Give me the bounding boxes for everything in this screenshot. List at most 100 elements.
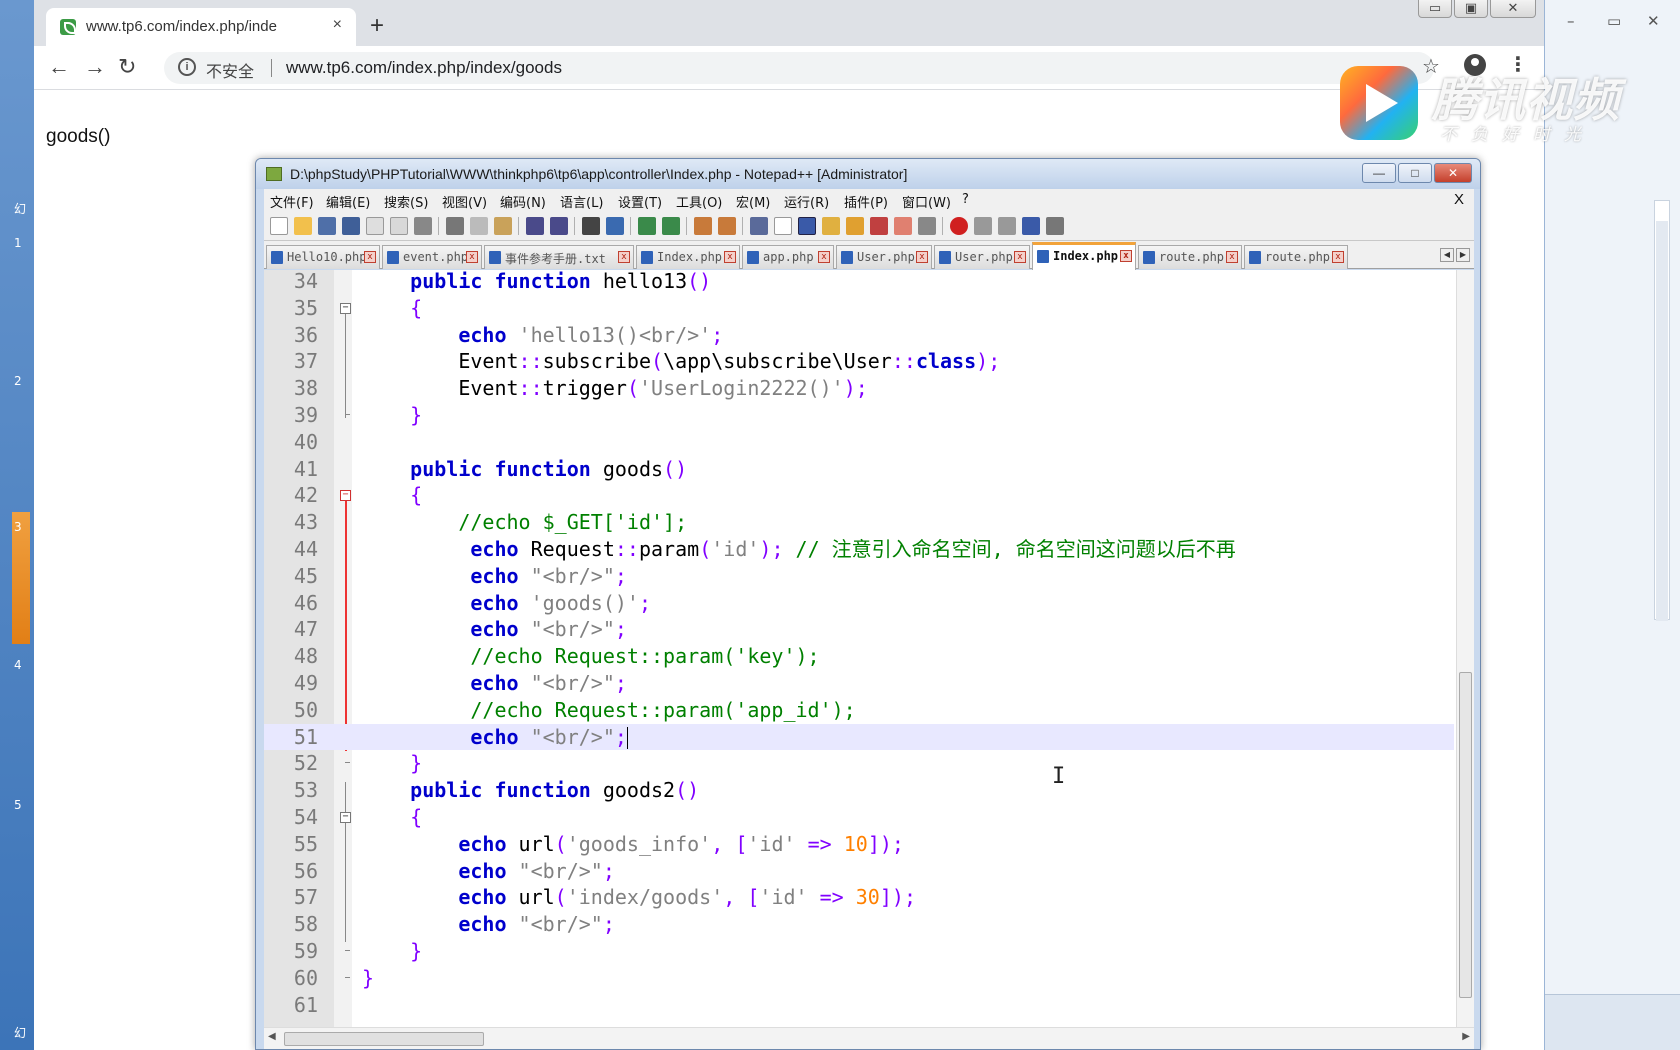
redo-icon[interactable] xyxy=(550,217,568,235)
close-icon[interactable]: ✕ xyxy=(1647,12,1660,30)
tab-close-icon[interactable]: x xyxy=(364,251,376,263)
code-line[interactable]: 37 Event::subscribe(\app\subscribe\User:… xyxy=(264,348,1454,375)
menu-tools[interactable]: 工具(O) xyxy=(676,192,722,211)
file-tab[interactable]: route.php x xyxy=(1138,245,1242,269)
save-icon[interactable] xyxy=(318,217,336,235)
code-line[interactable]: 55 echo url('goods_info', ['id' => 10]); xyxy=(264,831,1454,858)
menu-plugins[interactable]: 插件(P) xyxy=(844,192,888,211)
udl-icon[interactable] xyxy=(822,217,840,235)
restore-button[interactable]: ▣ xyxy=(1454,0,1488,18)
run-macro-multiple-icon[interactable] xyxy=(1022,217,1040,235)
tab-close-icon[interactable]: x xyxy=(724,251,736,263)
menu-file[interactable]: 文件(F) xyxy=(270,192,314,211)
maximize-icon[interactable]: ▭ xyxy=(1607,12,1621,30)
tab-close-icon[interactable]: x xyxy=(916,251,928,263)
code-editor[interactable]: 34 public function hello13() 35− {36 echo… xyxy=(264,270,1474,1027)
doc-map-icon[interactable] xyxy=(846,217,864,235)
file-tab[interactable]: route.php x xyxy=(1244,245,1348,269)
info-icon[interactable]: i xyxy=(178,58,196,76)
code-line[interactable]: 38 Event::trigger('UserLogin2222()'); xyxy=(264,375,1454,402)
close-button[interactable]: ✕ xyxy=(1490,0,1536,18)
cut-icon[interactable] xyxy=(446,217,464,235)
horizontal-scrollbar[interactable]: ◀ ▶ xyxy=(264,1027,1474,1049)
undo-icon[interactable] xyxy=(526,217,544,235)
tab-close-icon[interactable]: x xyxy=(1226,251,1238,263)
fold-toggle-icon[interactable]: − xyxy=(340,490,351,502)
minimize-button[interactable]: — xyxy=(1362,163,1396,183)
file-tab[interactable]: event.php x xyxy=(382,245,482,269)
scrollbar-thumb[interactable] xyxy=(1459,672,1472,998)
maximize-button[interactable]: □ xyxy=(1398,163,1432,183)
tab-close-icon[interactable]: x xyxy=(466,251,478,263)
code-line[interactable]: 47 echo "<br/>"; xyxy=(264,616,1454,643)
menu-run[interactable]: 运行(R) xyxy=(784,192,829,211)
code-line[interactable]: 34 public function hello13() xyxy=(264,270,1454,295)
save-macro-icon[interactable] xyxy=(1046,217,1064,235)
function-list-icon[interactable] xyxy=(870,217,888,235)
indent-guide-icon[interactable] xyxy=(798,217,816,235)
scrollbar-thumb[interactable] xyxy=(284,1032,484,1046)
code-line[interactable]: 60} xyxy=(264,965,1454,992)
file-tab[interactable]: User.php x xyxy=(836,245,932,269)
notepad-titlebar[interactable]: D:\phpStudy\PHPTutorial\WWW\thinkphp6\tp… xyxy=(256,159,1480,189)
code-line[interactable]: 49 echo "<br/>"; xyxy=(264,670,1454,697)
scroll-right-icon[interactable]: ▶ xyxy=(1462,1031,1470,1042)
menu-encoding[interactable]: 编码(N) xyxy=(500,192,546,211)
minimize-icon[interactable]: – xyxy=(1567,12,1575,30)
file-tab[interactable]: 事件参考手册.txt x xyxy=(484,245,634,269)
menu-language[interactable]: 语言(L) xyxy=(560,192,603,211)
open-file-icon[interactable] xyxy=(294,217,312,235)
code-line[interactable]: 50 //echo Request::param('app_id'); xyxy=(264,697,1454,724)
code-line[interactable]: 51 echo "<br/>"; xyxy=(264,723,1454,751)
tab-close-icon[interactable]: × xyxy=(333,16,342,34)
code-line[interactable]: 40 xyxy=(264,429,1454,456)
tab-scroll-right-icon[interactable]: ▶ xyxy=(1456,248,1470,262)
security-label[interactable]: 不安全 xyxy=(206,58,254,82)
code-line[interactable]: 41 public function goods() xyxy=(264,456,1454,483)
code-line[interactable]: 46 echo 'goods()'; xyxy=(264,590,1454,617)
print-icon[interactable] xyxy=(414,217,432,235)
menu-edit[interactable]: 编辑(E) xyxy=(326,192,370,211)
minimize-button[interactable]: ▭ xyxy=(1418,0,1452,18)
menu-settings[interactable]: 设置(T) xyxy=(618,192,662,211)
code-line[interactable]: 58 echo "<br/>"; xyxy=(264,911,1454,938)
close-button[interactable]: ✕ xyxy=(1434,163,1472,183)
save-all-icon[interactable] xyxy=(342,217,360,235)
file-tab[interactable]: Index.php x xyxy=(636,245,740,269)
code-line[interactable]: 53 public function goods2() xyxy=(264,777,1454,804)
word-wrap-icon[interactable] xyxy=(750,217,768,235)
scrollbar[interactable] xyxy=(1654,200,1670,621)
replace-icon[interactable] xyxy=(606,217,624,235)
menu-view[interactable]: 视图(V) xyxy=(442,192,487,211)
tab-close-icon[interactable]: x xyxy=(818,251,830,263)
code-line[interactable]: 44 echo Request::param('id'); // 注意引入命名空… xyxy=(264,536,1454,563)
tab-close-icon[interactable]: x xyxy=(1014,251,1026,263)
url-input[interactable]: i 不安全 www.tp6.com/index.php/index/goods xyxy=(164,52,1434,84)
tab-scroll-left-icon[interactable]: ◀ xyxy=(1440,248,1454,262)
fold-toggle-icon[interactable]: − xyxy=(340,302,351,314)
menu-macro[interactable]: 宏(M) xyxy=(736,192,770,211)
paste-icon[interactable] xyxy=(494,217,512,235)
code-line[interactable]: 43 //echo $_GET['id']; xyxy=(264,509,1454,536)
browser-tab[interactable]: www.tp6.com/index.php/inde × xyxy=(46,8,356,46)
play-macro-icon[interactable] xyxy=(998,217,1016,235)
tab-close-icon[interactable]: x xyxy=(618,251,630,263)
new-file-icon[interactable] xyxy=(270,217,288,235)
scrollbar-thumb[interactable] xyxy=(1656,221,1668,621)
code-line[interactable]: 42 − { xyxy=(264,482,1454,509)
sync-h-icon[interactable] xyxy=(718,217,736,235)
code-line[interactable]: 45 echo "<br/>"; xyxy=(264,563,1454,590)
zoom-out-icon[interactable] xyxy=(662,217,680,235)
find-icon[interactable] xyxy=(582,217,600,235)
code-line[interactable]: 35 − { xyxy=(264,295,1454,322)
monitoring-icon[interactable] xyxy=(918,217,936,235)
reload-button[interactable]: ↻ xyxy=(118,54,136,80)
file-tab[interactable]: app.php x xyxy=(742,245,834,269)
file-tab-active[interactable]: Index.php x xyxy=(1032,242,1136,270)
code-line[interactable]: 39 } xyxy=(264,402,1454,429)
copy-icon[interactable] xyxy=(470,217,488,235)
code-line[interactable]: 52 } xyxy=(264,750,1454,777)
menu-window[interactable]: 窗口(W) xyxy=(902,192,951,211)
code-line[interactable]: 56 echo "<br/>"; xyxy=(264,858,1454,885)
code-line[interactable]: 36 echo 'hello13()<br/>'; xyxy=(264,322,1454,349)
